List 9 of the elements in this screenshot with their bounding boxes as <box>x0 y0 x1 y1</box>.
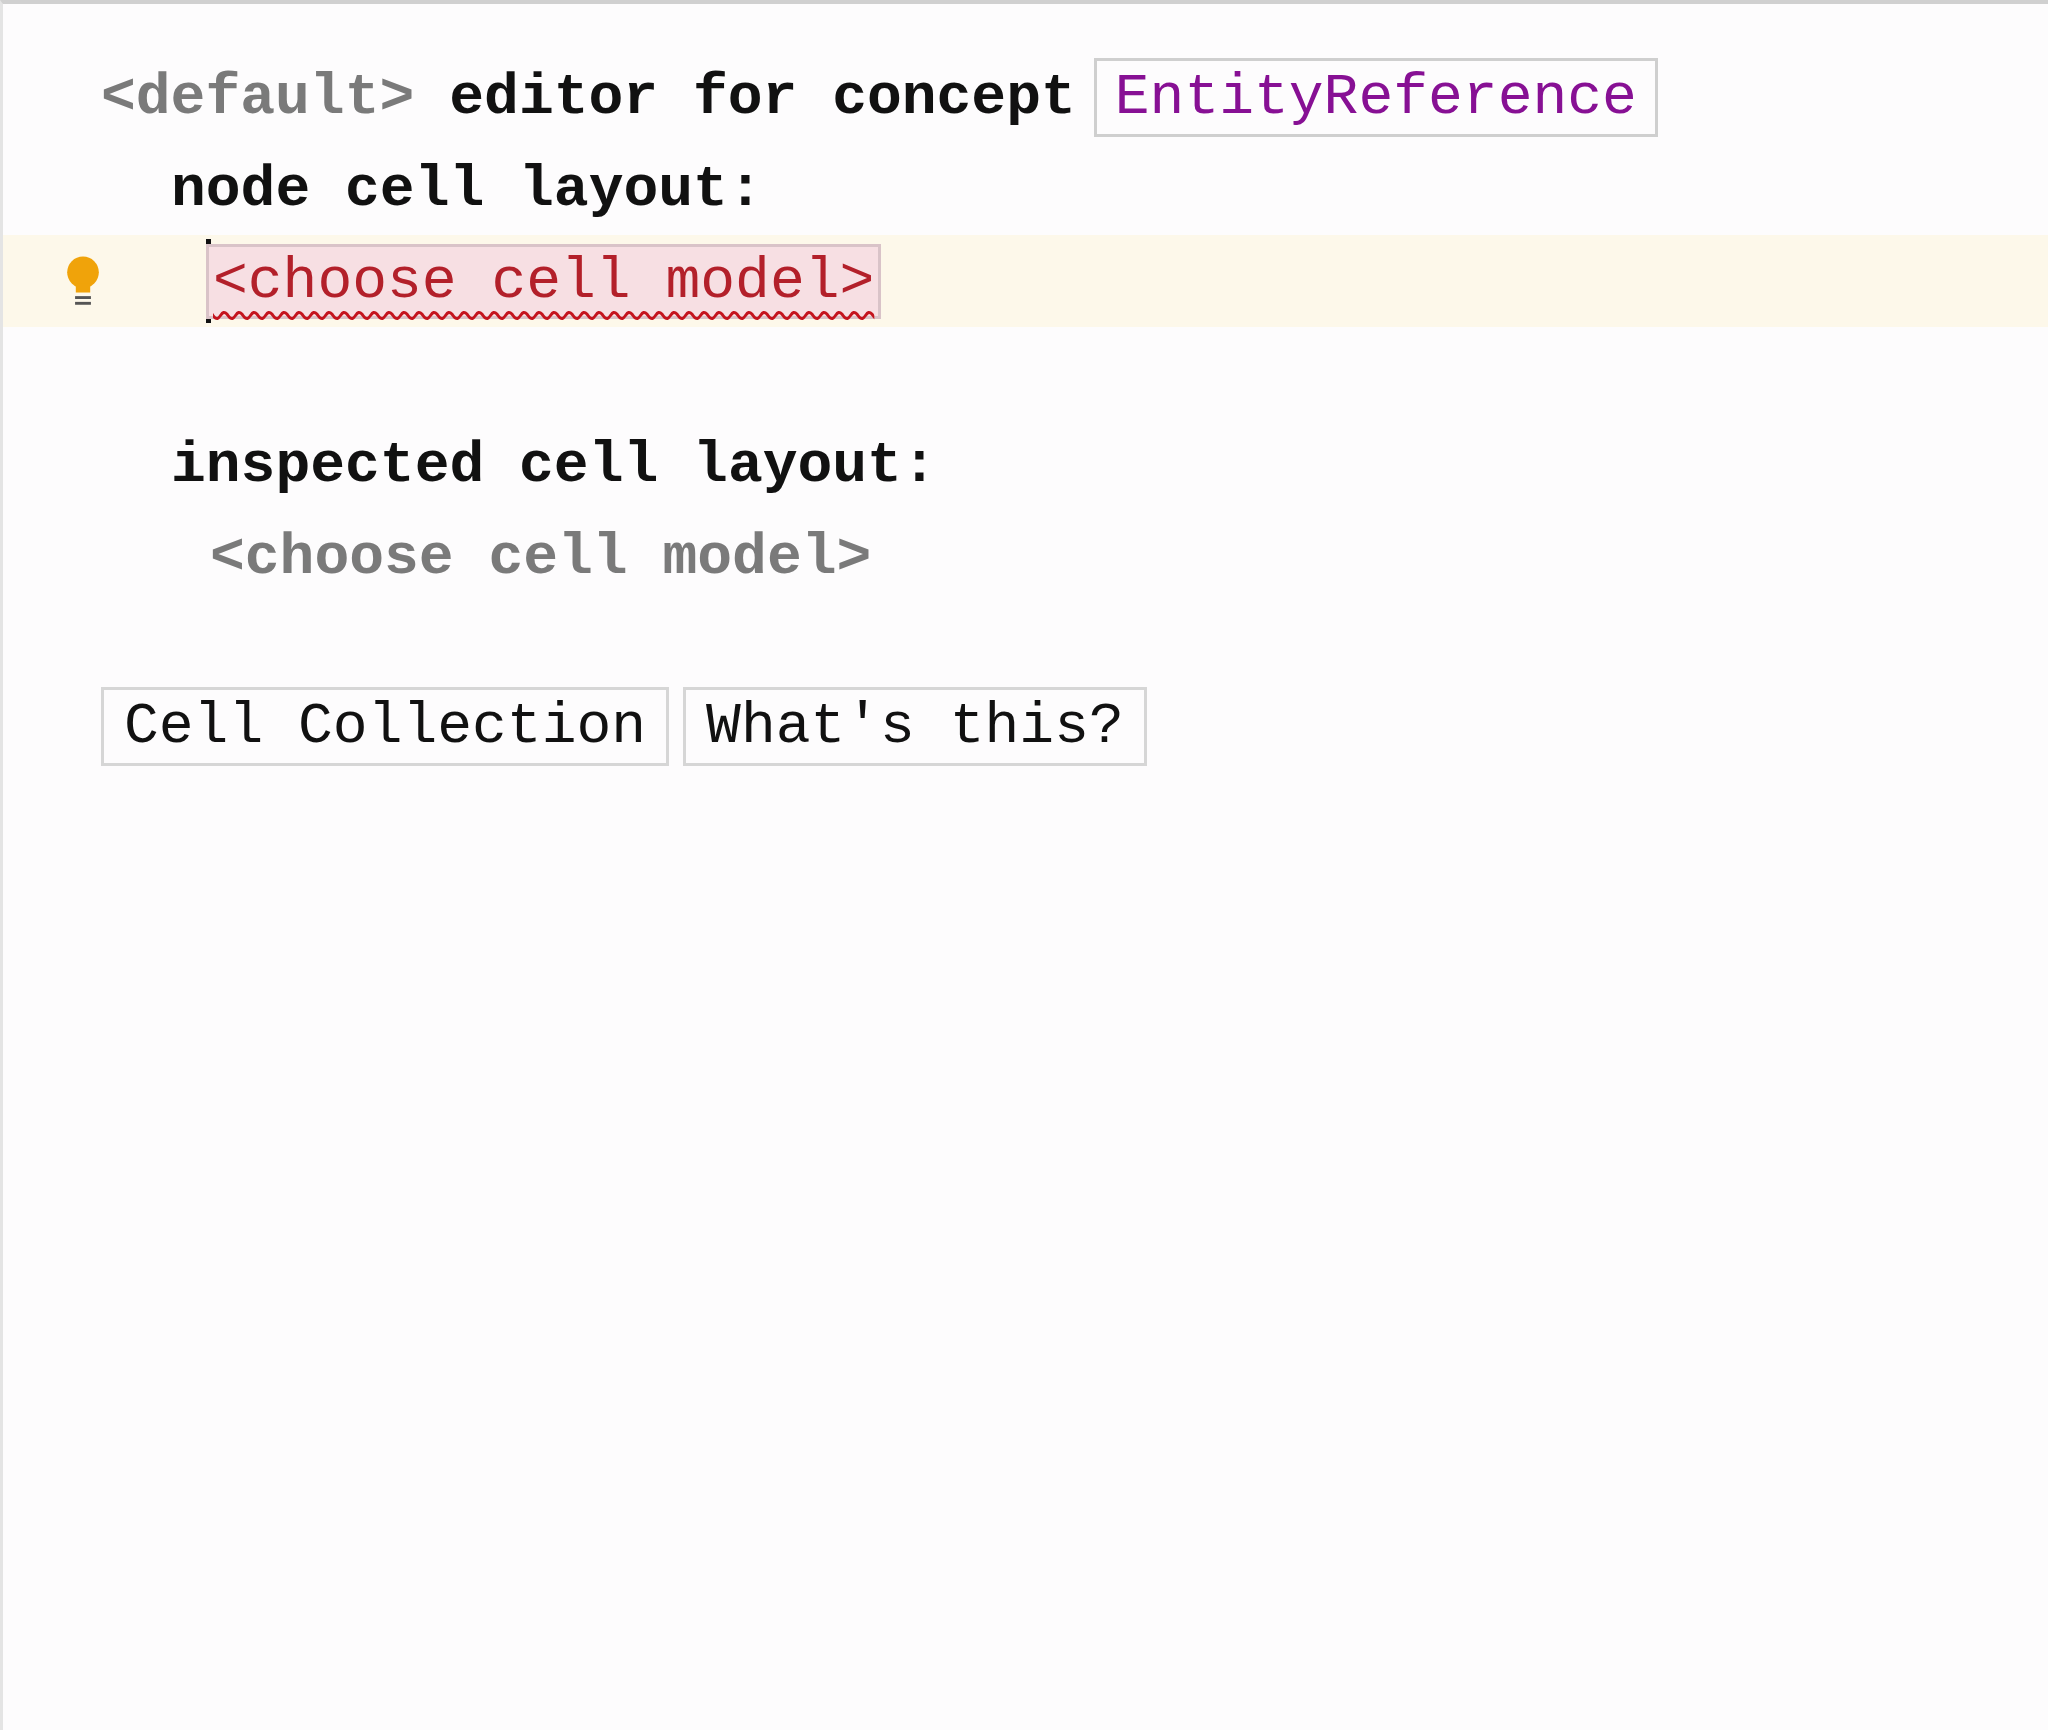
concept-reference[interactable]: EntityReference <box>1093 57 1658 137</box>
editor-button[interactable]: Cell Collection <box>101 687 670 766</box>
cell-model-placeholder[interactable]: <choose cell model> <box>206 522 876 592</box>
section-label: inspected cell layout: <box>171 432 937 498</box>
section-label: node cell layout: <box>171 156 763 222</box>
editor-header-text: editor for concept <box>449 64 1076 130</box>
default-keyword: <default> <box>101 64 415 130</box>
cell-model-placeholder[interactable]: <choose cell model> <box>206 243 882 319</box>
editor-button[interactable]: What's this? <box>683 687 1147 766</box>
